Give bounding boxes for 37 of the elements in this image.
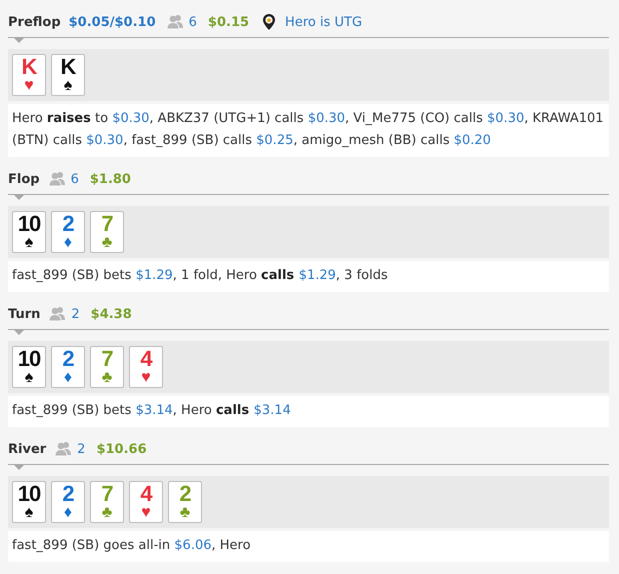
pot-amount: $4.38 (90, 306, 132, 322)
action-text: fast_899 (SB) goes all-in $6.06, Hero (12, 537, 252, 555)
player-count: 6 (70, 172, 79, 186)
pot-amount: $1.80 (90, 172, 131, 186)
action-text: Hero raises to $0.30, ABKZ37 (UTG+1) calls $0.30, Vi_Me775 (CO) calls $0.30, KRAWA101 (BTN) calls $0.30, fast_899 (SB) calls $0.25, amigo_mesh (BB) calls $0.20 (12, 110, 605, 150)
blinds-label: $0.05/$0.10 (68, 14, 156, 30)
players-icon (166, 14, 184, 30)
playing-card: 4 ♥ (129, 346, 163, 388)
playing-card: 7 ♣ (90, 346, 124, 388)
playing-card: 10 ♠ (12, 346, 46, 388)
street-name: Flop (8, 172, 40, 186)
player-count: 2 (77, 442, 86, 456)
pot-amount: $0.15 (208, 14, 250, 30)
playing-card: 7 ♣ (90, 481, 124, 523)
street-name: Turn (8, 306, 40, 322)
players-icon (48, 306, 66, 322)
playing-card: K ♠ (51, 54, 85, 96)
action-text: fast_899 (SB) bets $3.14, Hero calls $3.14 (12, 402, 292, 420)
pot-amount: $10.66 (96, 442, 147, 456)
player-count: 6 (188, 14, 197, 30)
hero-position: Hero is UTG (285, 14, 362, 30)
players-icon (48, 171, 66, 187)
street-name: Preflop (8, 14, 61, 30)
playing-card: 2 ♦ (51, 346, 85, 388)
playing-card: 7 ♣ (90, 211, 124, 253)
playing-card: 10 ♠ (12, 211, 46, 253)
playing-card: K ♥ (12, 54, 46, 96)
action-text: fast_899 (SB) bets $1.29, 1 fold, Hero calls $1.29, 3 folds (12, 267, 389, 285)
playing-card: 4 ♥ (129, 481, 163, 523)
location-pin-icon (261, 13, 278, 31)
playing-card: 2 ♦ (51, 211, 85, 253)
street-name: River (8, 442, 46, 456)
playing-card: 10 ♠ (12, 481, 46, 523)
player-count: 2 (71, 306, 80, 322)
playing-card: 2 ♦ (51, 481, 85, 523)
players-icon (54, 441, 72, 457)
playing-card: 2 ♣ (168, 481, 202, 523)
